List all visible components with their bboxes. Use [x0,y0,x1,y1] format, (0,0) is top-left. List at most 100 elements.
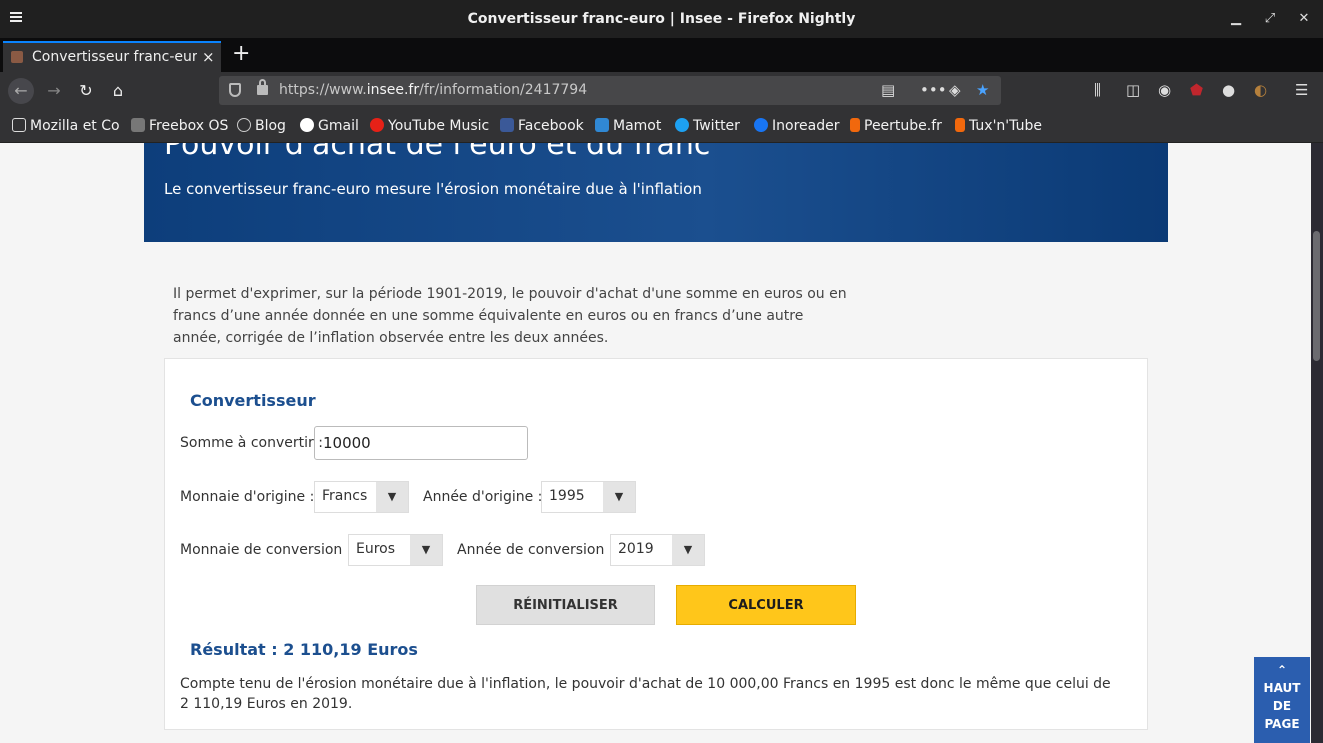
pocket-icon[interactable]: ◈ [949,81,961,99]
bookmark-gmail[interactable]: Gmail [300,118,359,134]
url-path: /fr/information/2417794 [419,82,588,98]
bookmark-mamot[interactable]: Mamot [595,118,661,134]
close-window-icon[interactable]: ✕ [1295,10,1313,28]
extension-2-icon[interactable]: ◐ [1254,81,1267,99]
back-to-top-line3: PAGE [1264,717,1300,731]
bookmark-star-icon[interactable]: ★ [976,81,989,99]
navigation-bar: ← → ↻ ⌂ https://www.insee.fr/fr/informat… [0,72,1323,110]
target-year-value: 2019 [618,541,654,557]
back-to-top-line1: HAUT [1263,681,1301,695]
page-subtitle: Le convertisseur franc-euro mesure l'éro… [164,180,702,198]
target-currency-value: Euros [356,541,396,557]
library-icon[interactable]: ⫼ [1094,81,1101,99]
bookmark-label: Tux'n'Tube [969,118,1042,134]
peertube-icon [850,118,860,132]
google-icon [300,118,314,132]
url-domain: insee.fr [366,82,420,98]
window-title: Convertisseur franc-euro | Insee - Firef… [467,11,856,27]
bookmark-peertube[interactable]: Peertube.fr [850,118,942,134]
tab-close-icon[interactable]: × [202,48,215,66]
url-bar[interactable]: https://www.insee.fr/fr/information/2417… [219,76,1001,105]
title-bar: Convertisseur franc-euro | Insee - Firef… [0,0,1323,38]
freebox-icon [131,118,145,132]
target-year-label: Année de conversion : [457,542,614,558]
mastodon-icon [595,118,609,132]
origin-year-value: 1995 [549,488,585,504]
page-content: Pouvoir d'achat de l'euro et du franc Le… [0,143,1311,743]
hamburger-menu-icon[interactable]: ☰ [1295,81,1308,99]
origin-year-select[interactable]: 1995 ▼ [541,481,636,513]
bookmark-youtube-music[interactable]: YouTube Music [370,118,489,134]
bookmark-facebook[interactable]: Facebook [500,118,584,134]
origin-currency-value: Francs [322,488,368,504]
back-to-top-line2: DE [1272,699,1292,713]
bookmark-label: Mamot [613,118,662,134]
tab-label: Convertisseur franc-euro [32,49,197,65]
bookmark-label: Freebox OS [149,118,229,134]
twitter-icon [675,118,689,132]
ublock-icon[interactable]: ⬟ [1190,81,1203,99]
url-text[interactable]: https://www.insee.fr/fr/information/2417… [279,82,587,98]
bookmark-label: Blog [255,118,286,134]
sidebar-icon[interactable]: ◫ [1126,81,1140,99]
page-scrollbar[interactable] [1311,143,1323,743]
chevron-up-icon: ⌃ [1276,663,1288,677]
home-button[interactable]: ⌂ [108,81,128,101]
bookmark-label: YouTube Music [388,118,490,134]
result-title: Résultat : 2 110,19 Euros [190,640,418,659]
bookmark-inoreader[interactable]: Inoreader [754,118,839,134]
page-title: Pouvoir d'achat de l'euro et du franc [164,143,711,162]
bookmark-twitter[interactable]: Twitter [675,118,740,134]
back-to-top-button[interactable]: ⌃ HAUT DE PAGE [1254,657,1310,743]
maximize-icon[interactable]: ⤢ [1261,10,1279,28]
bookmark-blog[interactable]: Blog [237,118,286,134]
amount-label: Somme à convertir : [180,435,323,451]
tab-strip: Convertisseur franc-euro × [0,38,1323,72]
minimize-icon[interactable]: ▁ [1227,10,1245,28]
bookmark-label: Peertube.fr [864,118,942,134]
result-text: Compte tenu de l'érosion monétaire due à… [180,676,1111,712]
url-prefix: https://www. [279,82,367,98]
bookmark-mozilla[interactable]: Mozilla et Co [12,118,120,134]
tracking-shield-icon[interactable] [229,83,241,97]
chevron-down-icon: ▼ [376,482,408,512]
bookmark-label: Mozilla et Co [30,118,120,134]
target-year-select[interactable]: 2019 ▼ [610,534,705,566]
origin-currency-select[interactable]: Francs ▼ [314,481,409,513]
tab-convertisseur[interactable]: Convertisseur franc-euro × [3,41,221,72]
origin-year-label: Année d'origine : [423,489,543,505]
bookmark-label: Facebook [518,118,584,134]
bookmark-tuxntube[interactable]: Tux'n'Tube [955,118,1042,134]
bookmark-label: Inoreader [772,118,840,134]
target-currency-select[interactable]: Euros ▼ [348,534,443,566]
calculate-button[interactable]: CALCULER [676,585,856,625]
target-currency-label: Monnaie de conversion : [180,542,352,558]
folder-icon [12,118,26,132]
account-icon[interactable]: ◉ [1158,81,1171,99]
forward-button[interactable]: → [44,81,64,101]
new-tab-button[interactable]: + [232,43,250,65]
chevron-down-icon: ▼ [603,482,635,512]
bookmark-label: Twitter [693,118,740,134]
amount-input[interactable]: 10000 [314,426,528,460]
chevron-down-icon: ▼ [672,535,704,565]
back-button[interactable]: ← [8,78,34,104]
facebook-icon [500,118,514,132]
inoreader-icon [754,118,768,132]
youtube-music-icon [370,118,384,132]
bookmarks-toolbar: Mozilla et Co Freebox OS Blog Gmail YouT… [0,110,1323,143]
bookmark-freebox[interactable]: Freebox OS [131,118,228,134]
reader-view-icon[interactable]: ▤ [881,81,895,99]
page-actions-icon[interactable]: ••• [920,81,947,99]
reload-button[interactable]: ↻ [76,81,96,101]
chevron-down-icon: ▼ [410,535,442,565]
scrollbar-thumb[interactable] [1313,231,1320,361]
reset-button[interactable]: RÉINITIALISER [476,585,655,625]
lock-icon[interactable] [257,79,268,95]
bookmark-label: Gmail [318,118,359,134]
origin-currency-label: Monnaie d'origine : [180,489,315,505]
insee-favicon-icon [11,51,23,63]
intro-text: Il permet d'exprimer, sur la période 190… [173,286,847,346]
extension-icon[interactable]: ● [1222,81,1235,99]
peertube-icon [955,118,965,132]
